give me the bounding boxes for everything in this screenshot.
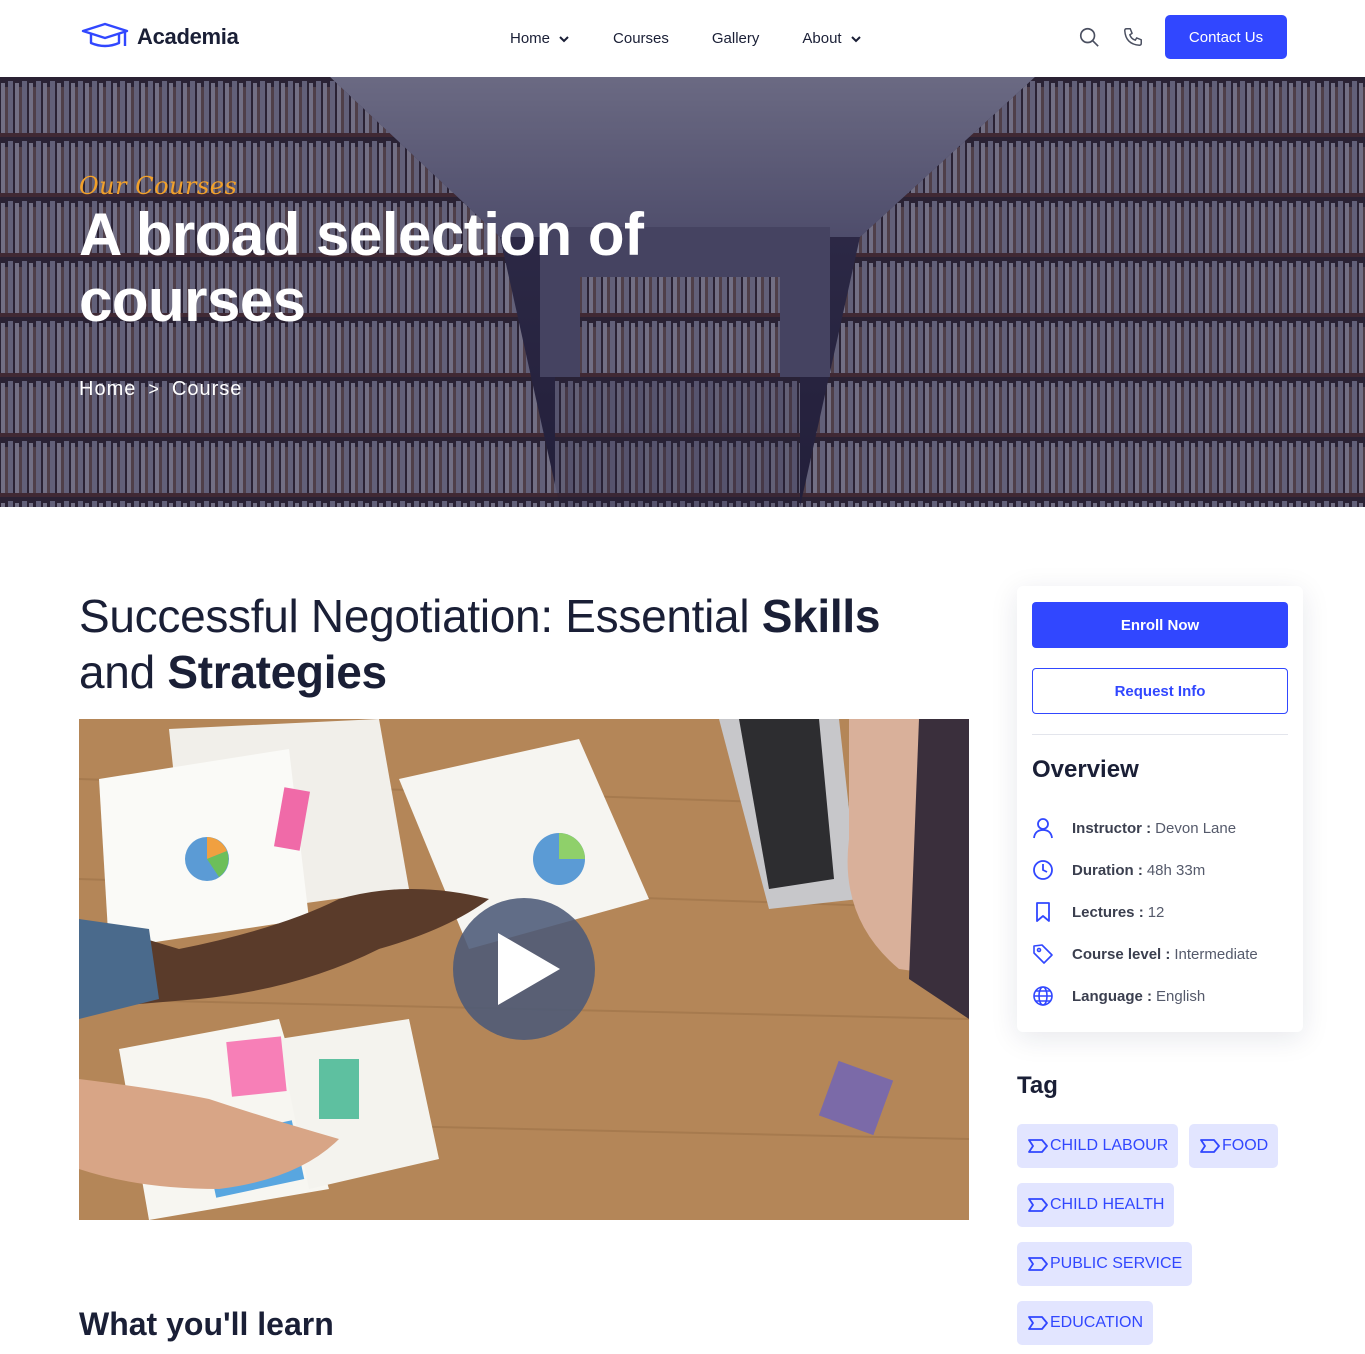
header-actions: Contact Us	[1077, 15, 1287, 59]
course-title-bold: Strategies	[167, 646, 387, 698]
tag-arrow-icon	[1028, 1198, 1048, 1212]
hero-eyebrow: Our Courses	[79, 172, 238, 200]
contact-us-button[interactable]: Contact Us	[1165, 15, 1287, 59]
nav-label: Courses	[613, 30, 669, 47]
overview-level: Course level : Intermediate	[1032, 933, 1258, 975]
overview-lectures: Lectures : 12	[1032, 891, 1258, 933]
breadcrumb-current: Course	[171, 378, 243, 400]
overview-key: Course level :	[1072, 945, 1171, 963]
play-video-button[interactable]	[453, 898, 595, 1040]
search-icon	[1079, 27, 1099, 47]
user-icon	[1033, 818, 1053, 839]
overview-key: Lectures :	[1072, 903, 1144, 921]
divider	[1032, 734, 1288, 735]
tag-arrow-icon	[1028, 1257, 1048, 1271]
brand-name: Academia	[137, 24, 239, 49]
overview-duration: Duration : 48h 33m	[1032, 849, 1258, 891]
breadcrumb-separator: >	[148, 379, 160, 399]
tag-arrow-icon	[1200, 1139, 1220, 1153]
chevron-down-icon	[850, 35, 861, 42]
main-nav: Home Courses Gallery About	[510, 0, 905, 77]
hero-banner: Our Courses A broad selection of courses…	[0, 77, 1365, 507]
request-info-button[interactable]: Request Info	[1032, 668, 1288, 714]
tag-arrow-icon	[1028, 1139, 1048, 1153]
overview-value: 12	[1147, 903, 1165, 921]
overview-language: Language : English	[1032, 975, 1258, 1017]
hero-content: Our Courses A broad selection of courses…	[79, 172, 719, 401]
nav-label: Home	[510, 30, 551, 47]
chevron-down-icon	[559, 35, 569, 42]
bookmark-icon	[1036, 902, 1050, 922]
breadcrumb-home[interactable]: Home	[79, 378, 136, 401]
clock-icon	[1033, 860, 1053, 880]
nav-item-gallery[interactable]: Gallery	[712, 30, 760, 47]
what-youll-learn-heading: What you'll learn	[79, 1306, 334, 1342]
course-title-text: Successful Negotiation: Essential	[79, 590, 762, 642]
overview-key: Duration :	[1072, 861, 1143, 879]
tag-child-health[interactable]: CHILD HEALTH	[1017, 1183, 1175, 1227]
course-sidebar-card: Enroll Now Request Info Overview Instruc…	[1017, 586, 1303, 1032]
course-title: Successful Negotiation: Essential Skills…	[79, 588, 959, 700]
overview-instructor: Instructor : Devon Lane	[1032, 807, 1258, 849]
overview-key: Instructor :	[1072, 819, 1152, 837]
tag-food[interactable]: FOOD	[1189, 1124, 1279, 1168]
tag-label: CHILD HEALTH	[1050, 1196, 1165, 1213]
tag-public-service[interactable]: PUBLIC SERVICE	[1017, 1242, 1193, 1286]
course-title-bold: Skills	[761, 590, 881, 642]
tag-label: EDUCATION	[1050, 1314, 1144, 1331]
nav-item-about[interactable]: About	[802, 30, 861, 47]
overview-key: Language :	[1072, 987, 1153, 1005]
search-button[interactable]	[1077, 25, 1101, 49]
overview-value: English	[1156, 987, 1206, 1005]
breadcrumb: Home > Course	[79, 378, 719, 401]
overview-heading: Overview	[1032, 756, 1139, 783]
overview-value: Devon Lane	[1155, 819, 1237, 837]
tag-heading: Tag	[1017, 1072, 1058, 1099]
graduation-cap-icon	[81, 22, 129, 48]
brand-logo[interactable]: Academia	[81, 22, 239, 52]
tag-label: FOOD	[1222, 1137, 1269, 1154]
tag-label: PUBLIC SERVICE	[1050, 1255, 1183, 1272]
phone-icon	[1124, 28, 1142, 46]
enroll-now-button[interactable]: Enroll Now	[1032, 602, 1288, 648]
globe-icon	[1033, 986, 1053, 1006]
nav-label: Gallery	[711, 30, 760, 47]
phone-button[interactable]	[1121, 25, 1145, 49]
overview-list: Instructor : Devon Lane Duration : 48h 3…	[1032, 807, 1258, 1017]
course-title-text: and	[79, 646, 168, 698]
tag-label: CHILD LABOUR	[1050, 1137, 1169, 1154]
tag-education[interactable]: EDUCATION	[1017, 1301, 1154, 1345]
hero-title: A broad selection of courses	[79, 201, 644, 334]
overview-value: 48h 33m	[1146, 861, 1206, 879]
nav-item-courses[interactable]: Courses	[613, 30, 669, 47]
site-header: Academia Home Courses Gallery About Cont…	[0, 0, 1365, 77]
tag-icon	[1033, 944, 1053, 964]
play-icon	[498, 933, 560, 1005]
tag-child-labour[interactable]: CHILD LABOUR	[1017, 1124, 1179, 1168]
nav-item-home[interactable]: Home	[510, 30, 570, 47]
nav-label: About	[802, 30, 842, 47]
overview-value: Intermediate	[1174, 945, 1258, 963]
tag-arrow-icon	[1028, 1316, 1048, 1330]
